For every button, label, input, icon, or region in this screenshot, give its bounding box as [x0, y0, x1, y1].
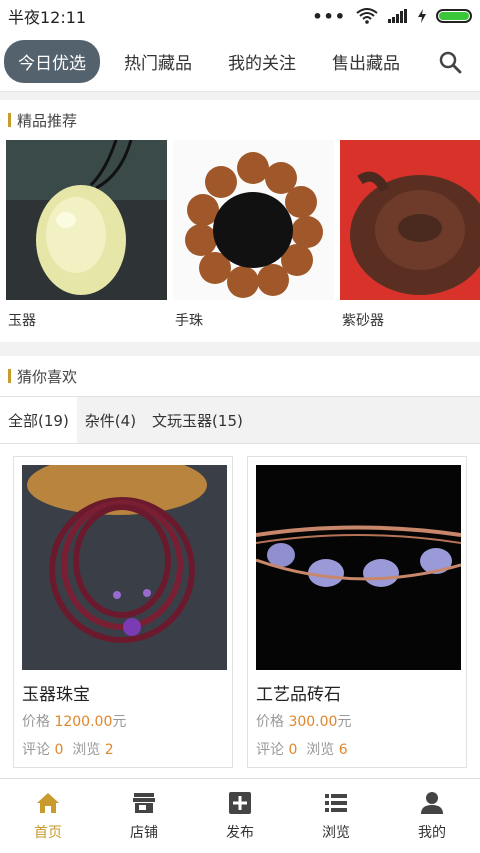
product-title: 玉器珠宝	[22, 685, 90, 705]
bottom-nav-label: 店铺	[130, 825, 158, 841]
tab-sold-collections[interactable]: 售出藏品	[320, 41, 412, 82]
recommend-item-jade[interactable]: 玉器	[6, 140, 167, 342]
status-bar: 半夜12:11 •••	[0, 0, 480, 32]
category-filter: 全部(19) 杂件(4) 文玩玉器(15)	[0, 396, 480, 444]
filter-wenwan-jade[interactable]: 文玩玉器(15)	[144, 397, 480, 443]
filter-misc[interactable]: 杂件(4)	[76, 397, 145, 443]
recommend-item-beads[interactable]: 手珠	[173, 140, 334, 342]
status-time: 半夜12:11	[8, 8, 87, 27]
recommend-label: 手珠	[175, 313, 203, 329]
recommend-title: 精品推荐	[17, 111, 78, 130]
search-icon[interactable]	[438, 50, 462, 74]
teapot-image	[340, 140, 480, 300]
bottom-nav: 首页 店铺 发布 浏览 我的	[0, 778, 480, 853]
bottom-nav-label: 发布	[226, 825, 254, 841]
guess-section: 猜你喜欢 全部(19) 杂件(4) 文玩玉器(15) 玉器珠宝 价格 1200.…	[0, 356, 480, 808]
section-title: 猜你喜欢	[0, 356, 480, 396]
store-icon	[133, 793, 155, 813]
list-icon	[325, 794, 347, 812]
recommend-list: 玉器 手珠 紫砂器	[0, 140, 480, 342]
more-dots-icon: •••	[312, 6, 346, 26]
bottom-nav-home[interactable]: 首页	[0, 779, 96, 853]
bottom-nav-shop[interactable]: 店铺	[96, 779, 192, 853]
charging-icon	[418, 9, 426, 23]
product-stats: 评论 0 浏览 6	[256, 742, 348, 758]
tab-today-picks[interactable]: 今日优选	[4, 40, 100, 83]
recommend-label: 紫砂器	[342, 313, 384, 329]
jade-image	[6, 140, 167, 300]
battery-icon	[436, 9, 472, 23]
product-stats: 评论 0 浏览 2	[22, 742, 114, 758]
add-box-icon	[229, 792, 251, 814]
wifi-icon	[356, 8, 378, 24]
product-image	[22, 465, 227, 670]
bottom-nav-label: 我的	[418, 825, 446, 841]
bottom-nav-label: 首页	[34, 825, 62, 841]
recommend-item-teapot[interactable]: 紫砂器	[340, 140, 480, 342]
section-title: 精品推荐	[0, 100, 480, 140]
bottom-nav-mine[interactable]: 我的	[384, 779, 480, 853]
guess-title: 猜你喜欢	[17, 367, 78, 386]
divider	[0, 342, 480, 356]
bottom-nav-publish[interactable]: 发布	[192, 779, 288, 853]
signal-icon	[388, 9, 407, 23]
recommend-section: 精品推荐 玉器 手珠 紫砂器	[0, 100, 480, 342]
person-icon	[421, 792, 443, 814]
bottom-nav-label: 浏览	[322, 825, 350, 841]
tab-hot-collections[interactable]: 热门藏品	[112, 41, 204, 82]
product-image	[256, 465, 461, 670]
product-grid: 玉器珠宝 价格 1200.00元 评论 0 浏览 2 工艺品砖石 价格 300.…	[0, 444, 480, 768]
filter-all[interactable]: 全部(19)	[0, 397, 77, 443]
bottom-nav-browse[interactable]: 浏览	[288, 779, 384, 853]
divider	[0, 92, 480, 100]
product-card[interactable]: 玉器珠宝 价格 1200.00元 评论 0 浏览 2	[13, 456, 233, 768]
bead-bracelet-image	[173, 140, 334, 300]
home-icon	[37, 793, 59, 813]
recommend-label: 玉器	[8, 313, 36, 329]
tab-my-follows[interactable]: 我的关注	[216, 41, 308, 82]
status-icons: •••	[312, 7, 472, 26]
product-card[interactable]: 工艺品砖石 价格 300.00元 评论 0 浏览 6	[247, 456, 467, 768]
product-price: 价格 1200.00元	[22, 714, 127, 730]
product-price: 价格 300.00元	[256, 714, 352, 730]
top-tab-bar: 今日优选 热门藏品 我的关注 售出藏品	[0, 32, 480, 92]
product-title: 工艺品砖石	[256, 685, 341, 705]
